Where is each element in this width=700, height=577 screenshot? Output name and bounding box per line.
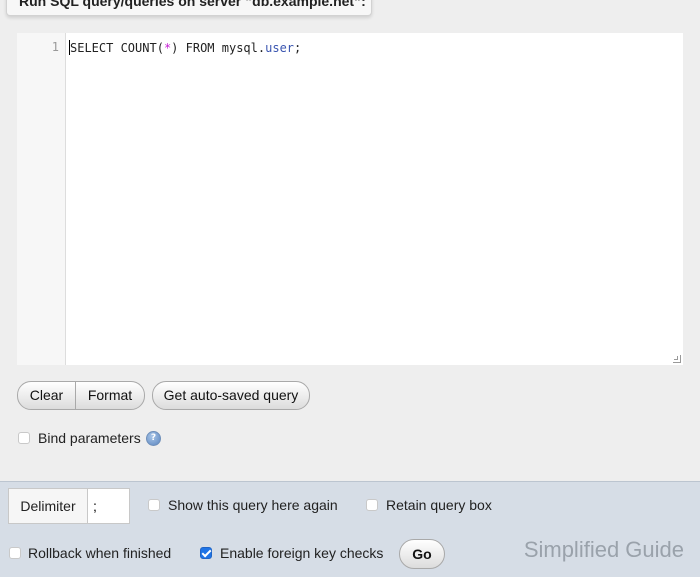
go-button[interactable]: Go bbox=[399, 539, 445, 569]
delimiter-input[interactable] bbox=[88, 489, 129, 523]
line-number: 1 bbox=[51, 40, 59, 54]
code-keyword-select: SELECT COUNT bbox=[70, 41, 157, 55]
code-keyword-from: FROM mysql bbox=[178, 41, 258, 55]
sql-query-panel: Run SQL query/queries on server “db.exam… bbox=[0, 0, 700, 577]
bind-parameters-checkbox[interactable] bbox=[18, 432, 30, 444]
line-number-gutter: 1 bbox=[17, 33, 66, 365]
enable-foreign-key-checks-checkbox[interactable] bbox=[200, 547, 212, 559]
show-query-again-checkbox[interactable] bbox=[148, 499, 160, 511]
retain-query-box-label: Retain query box bbox=[386, 497, 492, 513]
code-table-name: user bbox=[265, 41, 295, 55]
bind-parameters-label: Bind parameters bbox=[38, 430, 141, 446]
rollback-when-finished-label: Rollback when finished bbox=[28, 545, 172, 561]
show-query-again-label: Show this query here again bbox=[168, 497, 338, 513]
get-auto-saved-query-button[interactable]: Get auto-saved query bbox=[152, 381, 310, 410]
clear-button[interactable]: Clear bbox=[17, 381, 76, 410]
panel-title: Run SQL query/queries on server “db.exam… bbox=[6, 0, 372, 16]
enable-foreign-key-checks-label: Enable foreign key checks bbox=[220, 545, 384, 561]
code-semicolon: ; bbox=[294, 41, 302, 55]
help-icon[interactable]: ? bbox=[146, 431, 161, 446]
delimiter-label: Delimiter bbox=[9, 489, 88, 523]
rollback-when-finished-checkbox[interactable] bbox=[9, 547, 21, 559]
panel-title-text: Run SQL query/queries on server “db.exam… bbox=[19, 0, 366, 9]
sql-editor[interactable]: 1 SELECT COUNT(*) FROM mysql.user; bbox=[17, 33, 683, 365]
format-button[interactable]: Format bbox=[75, 381, 145, 410]
delimiter-group: Delimiter bbox=[8, 488, 130, 524]
watermark-logo: Simplified Guide bbox=[523, 537, 684, 562]
code-paren-open: ( bbox=[156, 41, 164, 55]
resize-grip-icon[interactable] bbox=[673, 355, 681, 363]
retain-query-box-checkbox[interactable] bbox=[366, 499, 378, 511]
sql-code[interactable]: SELECT COUNT(*) FROM mysql.user; bbox=[69, 40, 301, 55]
